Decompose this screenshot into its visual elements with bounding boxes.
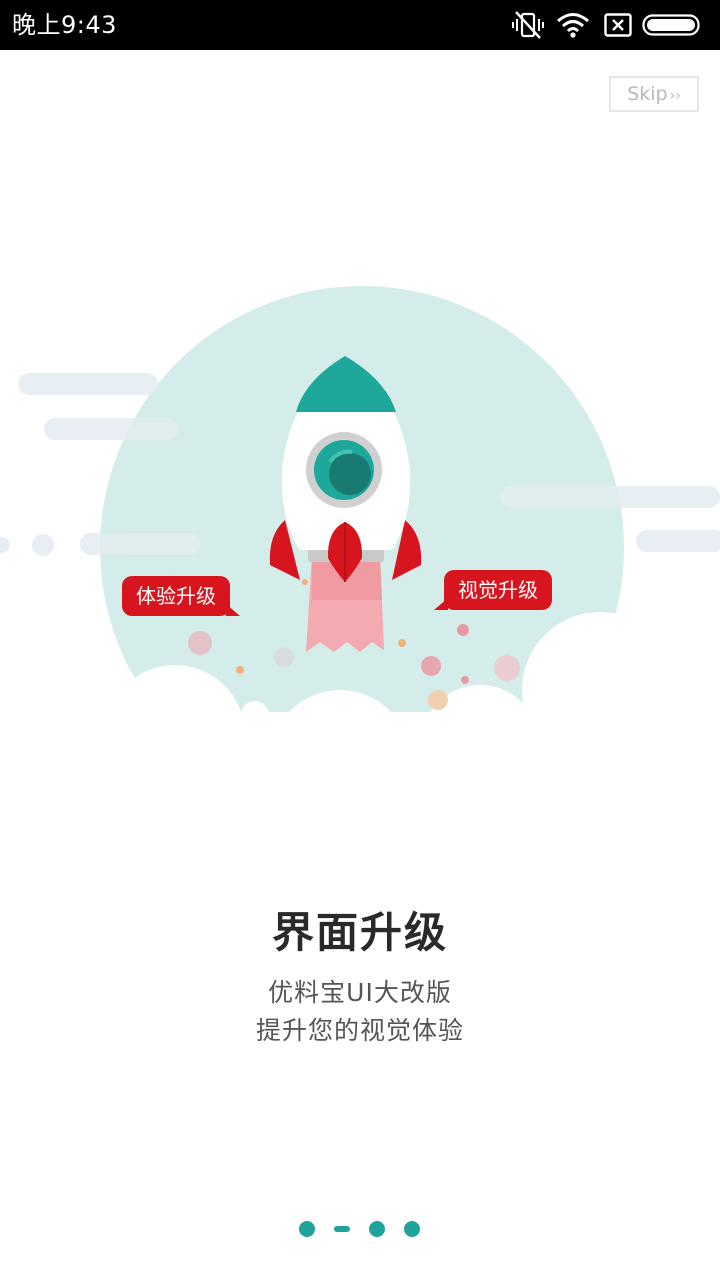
skip-label: Skip [627, 83, 668, 105]
page-dot-2-active[interactable] [334, 1226, 350, 1232]
battery-icon [642, 14, 700, 36]
status-bar: 晚上9:43 [0, 0, 720, 50]
rocket-illustration [0, 286, 720, 730]
status-time: 晚上9:43 [12, 11, 117, 39]
vibrate-off-icon [512, 11, 544, 39]
skip-button[interactable]: Skip ›› [609, 76, 699, 112]
bubble-experience-upgrade: 体验升级 [122, 576, 240, 616]
subtitle-line-2: 提升您的视觉体验 [255, 1016, 464, 1045]
page-title: 界面升级 [271, 908, 448, 957]
page-dot-3[interactable] [369, 1221, 385, 1237]
sim-error-icon [604, 13, 632, 37]
wifi-icon [557, 13, 589, 38]
page-dot-4[interactable] [404, 1221, 420, 1237]
skip-chevron-icon: ›› [669, 88, 681, 104]
subtitle-line-1: 优料宝UI大改版 [268, 978, 452, 1007]
page-indicator [0, 1218, 720, 1242]
bubble-visual-upgrade: 视觉升级 [434, 570, 552, 610]
page-dot-1[interactable] [299, 1221, 315, 1237]
